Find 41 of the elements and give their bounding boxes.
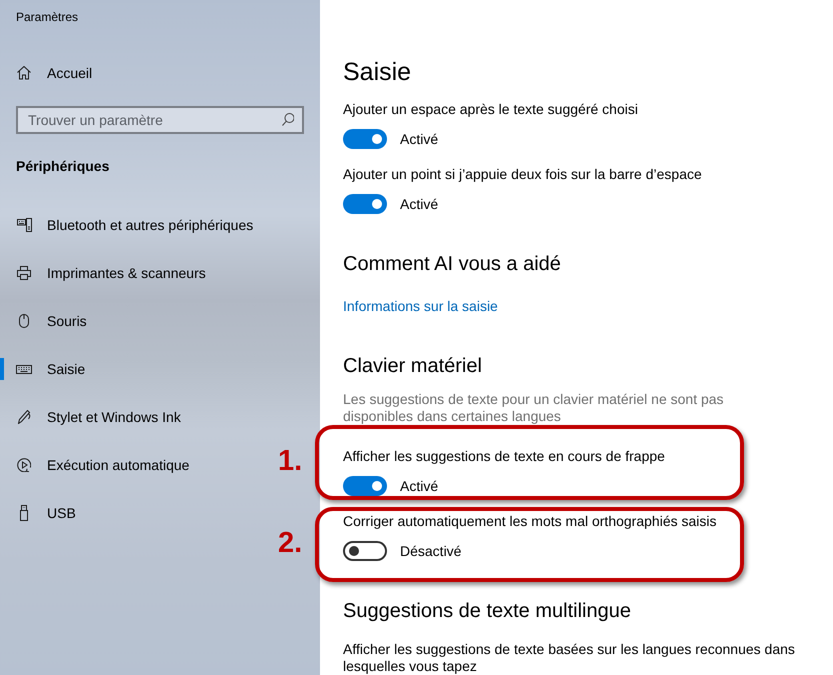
setting-label: Ajouter un espace après le texte suggéré choisi: [343, 100, 638, 119]
nav-item[interactable]: Exécution automatique: [0, 441, 262, 489]
toggle-state-label: Activé: [400, 477, 438, 496]
toggle-switch[interactable]: [343, 129, 387, 149]
callout-number: 1.: [278, 446, 302, 476]
nav-item[interactable]: USB: [0, 489, 262, 537]
nav-item[interactable]: Stylet et Windows Ink: [0, 393, 262, 441]
nav-item[interactable]: Saisie: [0, 345, 262, 393]
search-field[interactable]: Trouver un paramètre: [16, 106, 304, 134]
toggle-state-label: Activé: [400, 195, 438, 214]
toggle-switch[interactable]: [343, 476, 387, 496]
description-text: Les suggestions de texte pour un clavier matériel ne sont pas disponibles dans certaines langues: [343, 391, 725, 425]
section-heading: Clavier matériel: [343, 354, 482, 379]
toggle-switch[interactable]: [343, 194, 387, 214]
toggle-state-label: Désactivé: [400, 542, 462, 561]
paragraph-text: Afficher les suggestions de texte basées sur les langues reconnues dans lesquelles vous tapez: [343, 641, 796, 675]
play-circle-icon: [16, 458, 32, 472]
printer-icon: [17, 266, 31, 280]
keyboard-phone-icon: [16, 218, 32, 232]
toggle-state-label: Activé: [400, 130, 438, 149]
keyboard-icon: [16, 364, 32, 374]
search-icon: [282, 113, 294, 126]
section-heading: Périphériques: [16, 157, 110, 176]
nav-item[interactable]: Souris: [0, 297, 262, 345]
setting-label: Afficher les suggestions de texte en cours de frappe: [343, 447, 665, 466]
section-heading: Comment AI vous a aidé: [343, 252, 561, 277]
section-heading: Suggestions de texte multilingue: [343, 599, 631, 624]
nav-item[interactable]: Imprimantes & scanneurs: [0, 249, 262, 297]
usb-drive-icon: [20, 505, 28, 521]
home-icon: [17, 66, 31, 80]
pen-icon: [18, 410, 30, 424]
nav-item[interactable]: Accueil: [0, 53, 262, 93]
callout-number: 2.: [278, 528, 302, 558]
window-title: Paramètres: [16, 9, 78, 25]
nav-item[interactable]: Bluetooth et autres périphériques: [0, 201, 262, 249]
mouse-icon: [19, 314, 29, 328]
setting-label: Ajouter un point si j’appuie deux fois sur la barre d’espace: [343, 165, 702, 184]
toggle-switch[interactable]: [343, 541, 387, 561]
link[interactable]: Informations sur la saisie: [343, 296, 498, 316]
setting-label: Corriger automatiquement les mots mal orthographiés saisis: [343, 512, 716, 531]
page-title: Saisie: [343, 57, 412, 88]
